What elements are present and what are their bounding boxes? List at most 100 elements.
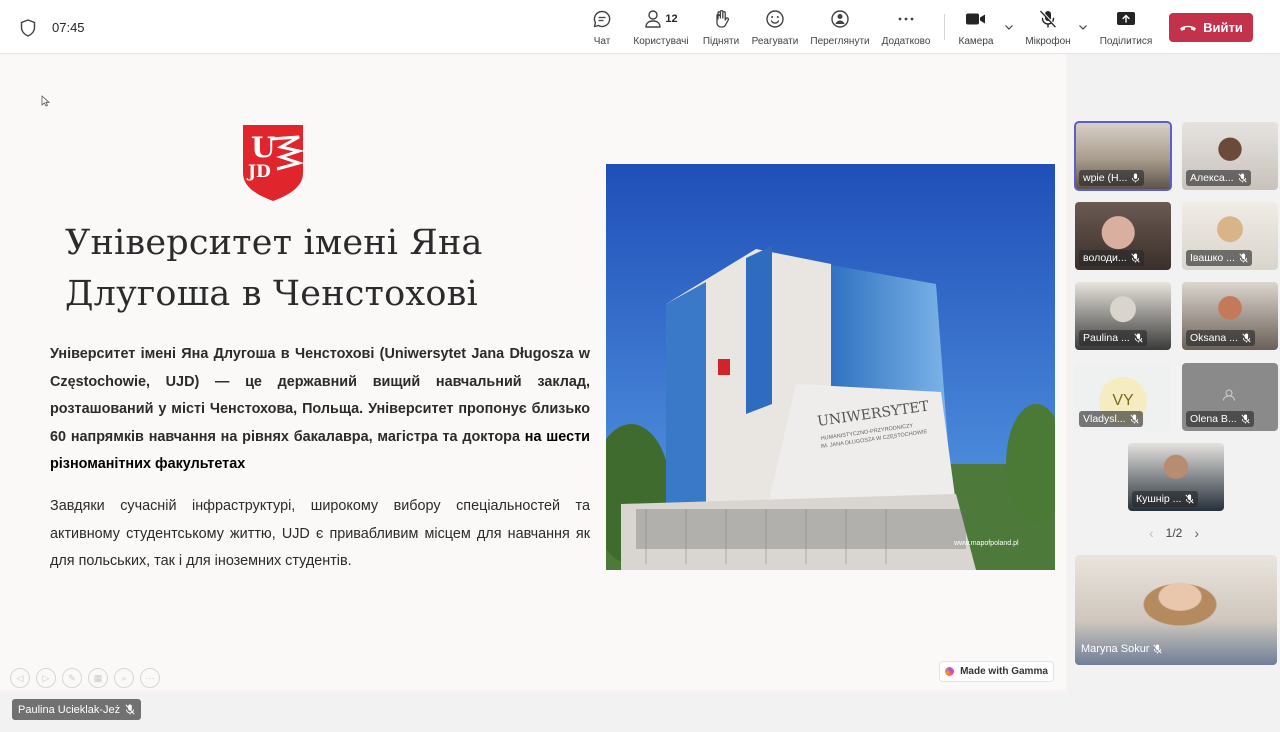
chat-icon: [593, 10, 611, 28]
camera-label: Камера: [958, 36, 994, 47]
share-button[interactable]: Поділитися: [1096, 8, 1156, 50]
participant-tile-3[interactable]: володи...: [1075, 202, 1171, 270]
participant-name: wpie (Н...: [1083, 172, 1128, 184]
made-with-gamma-badge[interactable]: Made with Gamma: [939, 661, 1054, 682]
mic-off-icon: [1040, 10, 1057, 28]
photo-watermark: www.mapofpoland.pl: [953, 540, 1019, 547]
mic-muted-icon: [1134, 333, 1143, 343]
leave-label: Вийти: [1203, 20, 1243, 35]
participant-name: Olena B...: [1190, 413, 1237, 425]
view-icon: [831, 10, 849, 28]
more-icon: [898, 17, 914, 21]
participant-name-tag: Івашко ...: [1186, 250, 1252, 266]
mic-muted-icon: [1237, 173, 1247, 183]
svg-text:U: U: [251, 131, 275, 164]
participant-tile-9[interactable]: Кушнір ...: [1128, 443, 1224, 511]
participant-tile-1[interactable]: wpie (Н...: [1074, 121, 1172, 191]
chat-label: Чат: [593, 36, 611, 47]
ujd-logo: U JD: [243, 125, 305, 201]
participant-name-tag: Алекса...: [1186, 170, 1251, 186]
pen-icon[interactable]: ✎: [62, 668, 82, 688]
shield-icon: [20, 19, 36, 37]
self-view-tile[interactable]: Maryna Sokur: [1075, 555, 1277, 665]
camera-icon: [966, 13, 985, 25]
share-label: Поділитися: [1099, 36, 1153, 47]
participant-name: Івашко ...: [1190, 252, 1235, 264]
pager-label: 1/2: [1165, 526, 1183, 540]
view-label: Переглянути: [810, 36, 870, 47]
leave-button[interactable]: Вийти: [1169, 13, 1253, 42]
gamma-logo-icon: [945, 667, 955, 676]
participant-tile-2[interactable]: Алекса...: [1182, 122, 1278, 190]
people-label: Користувачі: [633, 36, 689, 47]
more-button[interactable]: Додатково: [878, 8, 934, 50]
participant-name: володи...: [1083, 252, 1127, 264]
microphone-button[interactable]: Мікрофон: [1022, 8, 1074, 50]
camera-off-avatar-icon: [1223, 389, 1235, 401]
more-options-icon[interactable]: ⋯: [140, 668, 160, 688]
gamma-badge-label: Made with Gamma: [960, 666, 1048, 677]
pager-next-chevron-icon[interactable]: ›: [1194, 525, 1199, 541]
mic-muted-icon: [1129, 414, 1139, 424]
mic-muted-icon: [125, 704, 135, 715]
meeting-timer: 07:45: [52, 20, 85, 35]
svg-text:JD: JD: [246, 162, 271, 182]
chat-button[interactable]: Чат: [590, 8, 614, 50]
university-building-photo: UNIWERSYTET HUMANISTYCZNO-PRZYRODNICZY I…: [606, 164, 1055, 570]
participant-name: Vladysl...: [1083, 413, 1126, 425]
view-button[interactable]: Переглянути: [808, 8, 872, 50]
self-view-name-tag: Maryna Sokur: [1081, 643, 1163, 655]
share-screen-icon: [1117, 12, 1135, 25]
participant-tile-6[interactable]: Oksana ...: [1182, 282, 1278, 350]
participant-name-tag: Кушнір ...: [1132, 491, 1199, 507]
react-label: Реагувати: [751, 36, 799, 47]
camera-options-chevron-icon[interactable]: [1004, 22, 1014, 32]
participant-name-tag: Olena B...: [1186, 411, 1254, 427]
camera-button[interactable]: Камера: [956, 8, 996, 50]
people-button[interactable]: 12 Користувачі: [630, 8, 692, 50]
participant-tile-7[interactable]: VY Vladysl...: [1075, 363, 1171, 431]
participant-name: Paulina ...: [1083, 332, 1130, 344]
phone-hangup-icon: [1180, 25, 1197, 31]
participant-name-tag: wpie (Н...: [1079, 170, 1145, 186]
participant-tile-5[interactable]: Paulina ...: [1075, 282, 1171, 350]
previous-slide-icon[interactable]: ◁: [10, 668, 30, 688]
slide-controls: ◁ ▷ ✎ ▦ ⌕ ⋯: [10, 668, 160, 688]
toolbar-divider: [944, 14, 945, 40]
mouse-cursor-icon: [41, 95, 50, 107]
mic-muted-icon: [1185, 494, 1195, 504]
participant-tile-4[interactable]: Івашко ...: [1182, 202, 1278, 270]
microphone-label: Мікрофон: [1025, 36, 1071, 47]
slide-paragraph-1: Університет імені Яна Длугоша в Ченстохо…: [50, 341, 590, 479]
mic-options-chevron-icon[interactable]: [1078, 22, 1088, 32]
slide-title: Університет імені Яна Длугоша в Ченстохо…: [65, 218, 585, 320]
slide-title-line-2: Длугоша в Ченстохові: [65, 274, 478, 314]
raise-hand-button[interactable]: Підняти: [700, 8, 742, 50]
mic-muted-icon: [1241, 414, 1250, 424]
participant-name: Алекса...: [1190, 172, 1234, 184]
pager-previous-chevron-icon[interactable]: ‹: [1149, 525, 1154, 541]
slide-title-line-1: Університет імені Яна: [65, 223, 483, 263]
meeting-toolbar: 07:45 Чат 12 Користувачі Підняти Реагува…: [0, 0, 1280, 54]
people-count-badge: 12: [665, 13, 678, 25]
self-view-name: Maryna Sokur: [1081, 643, 1150, 655]
participant-name-tag: володи...: [1079, 250, 1144, 266]
mic-muted-icon: [1242, 333, 1251, 343]
zoom-icon[interactable]: ⌕: [114, 668, 134, 688]
grid-icon[interactable]: ▦: [88, 668, 108, 688]
mic-muted-icon: [1132, 173, 1140, 183]
react-button[interactable]: Реагувати: [748, 8, 802, 50]
smiley-icon: [766, 10, 784, 28]
slide-paragraph-2: Завдяки сучасній інфраструктурі, широком…: [50, 498, 590, 569]
hand-icon: [716, 10, 730, 28]
mic-muted-icon: [1153, 644, 1163, 654]
presenter-name: Paulina Ucieklak-Jeż: [18, 703, 121, 716]
slide-paragraph-1-text: Університет імені Яна Длугоша в Ченстохо…: [50, 346, 590, 445]
mic-muted-icon: [1131, 253, 1140, 263]
participant-name-tag: Oksana ...: [1186, 330, 1255, 346]
participant-tile-8[interactable]: Olena B...: [1182, 363, 1278, 431]
participant-name-tag: Paulina ...: [1079, 330, 1147, 346]
gallery-pager: ‹ 1/2 ›: [1149, 525, 1199, 541]
people-icon: [645, 10, 662, 28]
next-slide-icon[interactable]: ▷: [36, 668, 56, 688]
